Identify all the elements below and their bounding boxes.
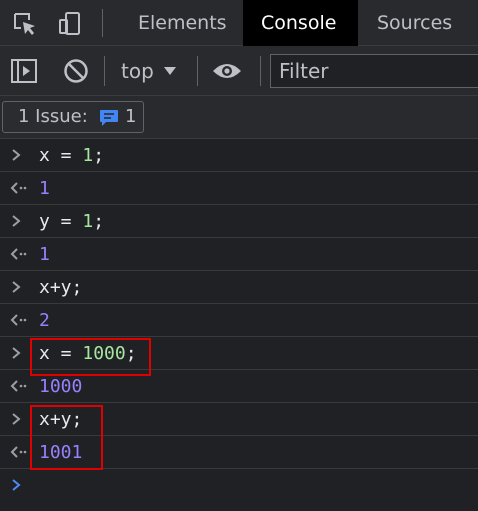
toolbar-divider xyxy=(102,9,103,37)
console-result-value[interactable]: 1 xyxy=(39,238,50,271)
console-result-value[interactable]: 1 xyxy=(39,172,50,205)
return-arrow-icon xyxy=(10,314,27,326)
tab-sources[interactable]: Sources xyxy=(359,0,470,46)
toolbar-divider xyxy=(197,56,198,86)
clear-console-icon[interactable] xyxy=(62,57,90,85)
console-result-row: 1 xyxy=(0,238,478,271)
return-arrow-icon xyxy=(10,446,27,458)
filter-input[interactable] xyxy=(270,54,478,88)
issues-label: 1 Issue: xyxy=(18,106,88,127)
return-arrow-icon xyxy=(10,182,27,194)
console-result-row: 2 xyxy=(0,304,478,337)
console-input-code[interactable]: x = 1; xyxy=(39,139,104,172)
code-token: ; xyxy=(93,211,105,232)
toolbar-divider xyxy=(104,56,105,86)
message-icon xyxy=(100,110,118,126)
return-arrow-icon xyxy=(10,380,27,392)
console-input-row: y = 1; xyxy=(0,205,478,238)
context-selector[interactable]: top xyxy=(121,46,154,96)
issues-count: 1 xyxy=(125,106,137,127)
issues-bar: 1 Issue: 1 xyxy=(0,96,478,139)
number-literal: 1 xyxy=(82,145,94,166)
chevron-right-icon xyxy=(12,281,21,293)
code-token: x = xyxy=(39,145,83,166)
toolbar-divider xyxy=(260,56,261,86)
highlight-box xyxy=(30,338,151,376)
tab-console[interactable]: Console xyxy=(243,0,358,46)
console-input-code[interactable]: x+y; xyxy=(39,271,82,304)
sidebar-toggle-icon[interactable] xyxy=(10,58,38,84)
console-result-value[interactable]: 2 xyxy=(39,304,50,337)
code-token: y = xyxy=(39,211,83,232)
chevron-right-icon xyxy=(12,347,21,359)
devtools-tabbar: Elements Console Sources xyxy=(0,0,478,46)
chevron-right-icon xyxy=(12,215,21,227)
number-literal: 1 xyxy=(82,211,94,232)
device-toolbar-icon[interactable] xyxy=(57,11,83,37)
highlight-box xyxy=(30,405,103,470)
live-expression-icon[interactable] xyxy=(212,60,242,82)
chevron-right-icon xyxy=(12,413,21,425)
tab-elements[interactable]: Elements xyxy=(120,0,245,46)
console-prompt[interactable] xyxy=(0,469,478,503)
console-toolbar: top xyxy=(0,46,478,96)
console-input-code[interactable]: y = 1; xyxy=(39,205,104,238)
inspect-element-icon[interactable] xyxy=(12,11,38,37)
console-input-row: x = 1; xyxy=(0,139,478,172)
console-result-row: 1 xyxy=(0,172,478,205)
dropdown-arrow-icon[interactable] xyxy=(163,66,177,76)
chevron-right-icon xyxy=(12,149,21,161)
issues-button[interactable]: 1 Issue: 1 xyxy=(2,101,144,133)
console-input-row: x+y; xyxy=(0,271,478,304)
code-token: ; xyxy=(93,145,105,166)
code-token: x+y; xyxy=(39,277,83,298)
chevron-right-icon xyxy=(12,479,21,491)
return-arrow-icon xyxy=(10,248,27,260)
